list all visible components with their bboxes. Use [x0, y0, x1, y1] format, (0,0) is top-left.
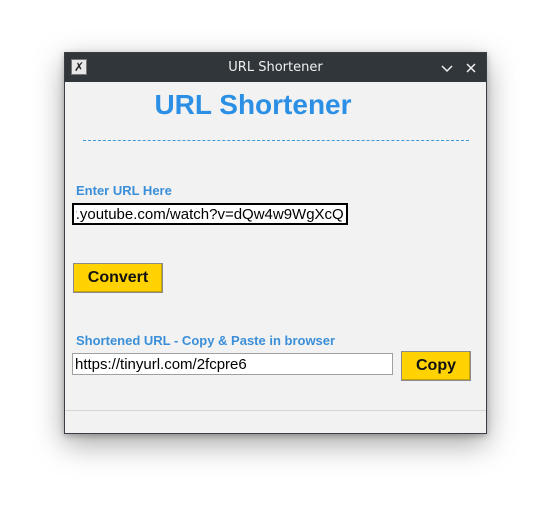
shortened-url-label: Shortened URL - Copy & Paste in browser — [76, 333, 336, 348]
close-icon — [466, 63, 476, 73]
url-shortener-window: ✗ URL Shortener URL Shortener Enter URL … — [64, 52, 487, 434]
divider — [83, 140, 469, 141]
shortened-url-field[interactable] — [72, 353, 393, 375]
title-bar[interactable]: ✗ URL Shortener — [65, 53, 486, 82]
copy-button[interactable]: Copy — [401, 351, 471, 381]
chevron-down-icon — [441, 65, 453, 73]
url-input[interactable] — [72, 203, 348, 225]
url-input-label: Enter URL Here — [76, 183, 172, 198]
minimize-button[interactable] — [439, 60, 455, 76]
convert-button[interactable]: Convert — [73, 263, 163, 293]
bottom-separator — [65, 410, 486, 411]
page-title: URL Shortener — [154, 89, 352, 120]
close-button[interactable] — [463, 60, 479, 76]
window-title: URL Shortener — [228, 60, 323, 75]
